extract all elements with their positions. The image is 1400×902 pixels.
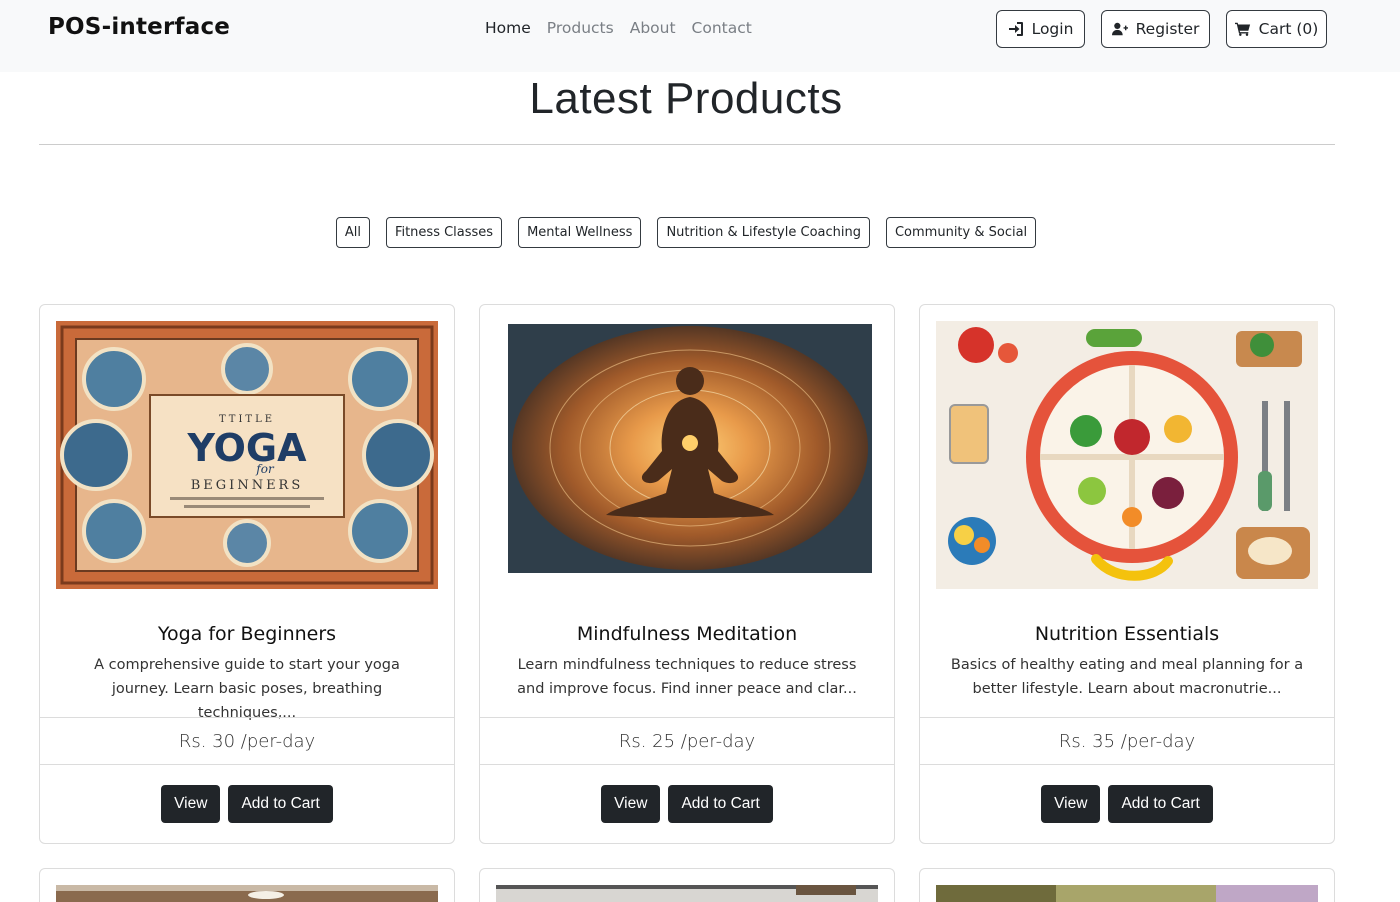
product-price: Rs. 30 /per-day [178,731,316,752]
yoga-cover-title: YOGA [186,426,307,470]
product-title: Mindfulness Meditation [576,623,798,645]
filter-all[interactable]: All [335,217,370,248]
product-description: A comprehensive guide to start your yoga… [94,657,400,721]
meditation-silhouette-image[interactable] [496,321,878,589]
filter-nutrition-lifestyle[interactable]: Nutrition & Lifestyle Coaching [657,217,870,248]
card-divider [40,717,454,718]
shopping-cart-icon [1234,22,1250,37]
card-divider [480,717,894,718]
product-title: Yoga for Beginners [157,623,337,645]
card-actions: View Add to Cart [40,785,454,823]
product-card [479,868,895,902]
product-title: Nutrition Essentials [1034,623,1220,645]
navbar: POS-interface Home Products About Contac… [0,0,1400,72]
card-actions: View Add to Cart [920,785,1334,823]
filter-fitness-classes[interactable]: Fitness Classes [385,217,503,248]
card-divider [480,764,894,765]
product-description: Basics of healthy eating and meal planni… [950,657,1304,697]
product-description: Learn mindfulness techniques to reduce s… [517,657,857,697]
yoga-cover-subtitle: TTITLE [219,414,275,425]
register-button[interactable]: Register [1101,10,1210,48]
view-button[interactable]: View [1041,785,1101,823]
nav-link-products[interactable]: Products [547,19,614,37]
healthy-food-plate-image[interactable] [936,321,1318,589]
cart-button[interactable]: Cart (0) [1226,10,1327,48]
yoga-cover-for: for [255,462,275,476]
card-divider [920,717,1334,718]
filter-community-social[interactable]: Community & Social [885,217,1037,248]
view-button[interactable]: View [601,785,661,823]
nav-link-home[interactable]: Home [485,19,531,37]
nav-links: Home Products About Contact [485,19,752,37]
sign-in-icon [1008,22,1023,36]
page-title: Latest Products [529,74,843,123]
user-plus-icon [1111,22,1128,36]
add-to-cart-button[interactable]: Add to Cart [668,785,773,823]
card-divider [920,764,1334,765]
yoga-cover-beginners: BEGINNERS [191,478,304,493]
cart-label: Cart (0) [1258,20,1319,38]
add-to-cart-button[interactable]: Add to Cart [228,785,333,823]
card-divider [40,764,454,765]
category-filters: All Fitness Classes Mental Wellness Nutr… [0,217,1372,248]
outdoor-nature-image[interactable] [936,885,1318,902]
register-label: Register [1135,20,1200,38]
product-card [39,868,455,902]
login-button[interactable]: Login [996,10,1085,48]
product-price: Rs. 35 /per-day [1058,731,1196,752]
add-to-cart-button[interactable]: Add to Cart [1108,785,1213,823]
product-price: Rs. 25 /per-day [618,731,756,752]
brand-logo[interactable]: POS-interface [48,14,230,40]
yoga-book-cover-image[interactable]: TTITLE YOGA for BEGINNERS [56,321,438,589]
gym-interior-image[interactable] [56,885,438,902]
product-card: TTITLE YOGA for BEGINNERS Yoga for Begin… [39,304,455,844]
studio-room-image[interactable] [496,885,878,902]
nav-link-contact[interactable]: Contact [692,19,752,37]
title-divider [39,144,1335,145]
product-card: Mindfulness Meditation Learn mindfulness… [479,304,895,844]
nav-link-about[interactable]: About [630,19,676,37]
filter-mental-wellness[interactable]: Mental Wellness [518,217,642,248]
view-button[interactable]: View [161,785,221,823]
card-actions: View Add to Cart [480,785,894,823]
product-card [919,868,1335,902]
product-card: Nutrition Essentials Basics of healthy e… [919,304,1335,844]
login-label: Login [1031,20,1074,38]
